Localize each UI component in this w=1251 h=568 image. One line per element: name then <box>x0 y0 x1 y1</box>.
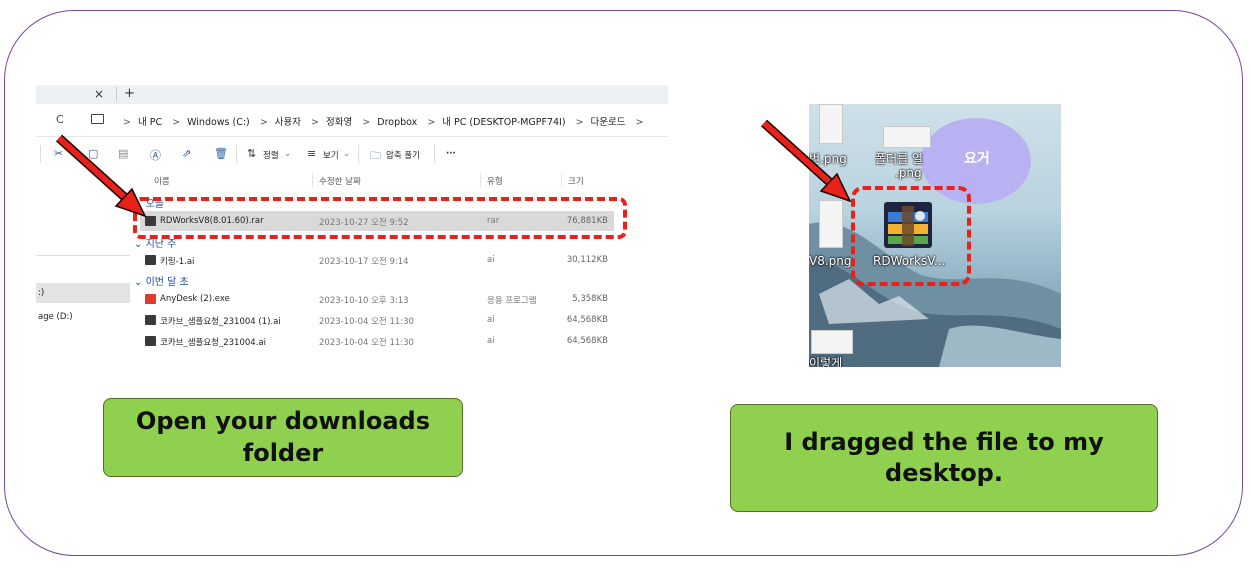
breadcrumb-item[interactable]: 정화영 <box>326 117 352 128</box>
breadcrumb-item[interactable]: 내 PC <box>138 117 162 128</box>
file-row[interactable]: 키링-1.ai 2023-10-17 오전 9:14 ai 30,112KB <box>140 250 614 270</box>
desktop-icon-label: 폴더를 열 <box>875 152 923 166</box>
file-row[interactable]: 코카브_샘플요청_231004.ai 2023-10-04 오전 11:30 a… <box>140 331 614 347</box>
desktop-icon-label: 이렇게 <box>809 356 843 367</box>
refresh-icon[interactable]: C <box>56 113 64 126</box>
group-header-this-month[interactable]: ⌄ 이번 달 초 <box>134 273 189 288</box>
breadcrumb: > 내 PC > Windows (C:) > 사용자 > 정화영 > Dropbox >… <box>123 117 644 128</box>
nav-item-drive-d[interactable]: age (D:) <box>38 312 73 322</box>
group-label: 지난 주 <box>145 239 177 250</box>
nav-item-selected[interactable]: :) <box>36 283 130 303</box>
delete-icon[interactable]: 🗑 <box>214 147 228 160</box>
file-type: ai <box>487 336 495 346</box>
file-name: AnyDesk (2).exe <box>160 294 230 304</box>
file-modified: 2023-10-17 오전 9:14 <box>319 257 409 267</box>
illustrator-file-icon <box>145 315 156 325</box>
toolbar-divider <box>236 145 237 163</box>
illustrator-file-icon <box>145 255 156 265</box>
group-label: 이번 달 초 <box>145 277 189 288</box>
monitor-icon <box>91 114 104 124</box>
file-name: 코카브_샘플요청_231004 (1).ai <box>160 317 281 327</box>
breadcrumb-item[interactable]: 사용자 <box>275 117 301 128</box>
column-divider <box>480 173 481 187</box>
image-thumbnail[interactable] <box>883 126 931 148</box>
bubble-text: 요거 <box>964 151 990 167</box>
toolbar-divider <box>358 145 359 163</box>
file-modified: 2023-10-10 오후 3:13 <box>319 296 409 306</box>
file-row[interactable]: AnyDesk (2).exe 2023-10-10 오후 3:13 응용 프로… <box>140 289 614 309</box>
illustrator-file-icon <box>145 336 156 346</box>
highlight-box-downloaded-file <box>133 197 627 239</box>
breadcrumb-item[interactable]: 다운로드 <box>591 117 626 128</box>
highlight-box-desktop-file <box>851 186 971 286</box>
column-header-name[interactable]: 이름 <box>154 175 170 187</box>
file-size: 30,112KB <box>566 255 608 265</box>
extract-button[interactable]: 압축 풀기 <box>386 149 420 161</box>
image-thumbnail[interactable] <box>811 330 853 354</box>
callout-dragged-file: I dragged the file to my desktop. <box>730 404 1158 512</box>
breadcrumb-item[interactable]: Windows (C:) <box>187 117 250 128</box>
toolbar-divider <box>434 145 435 163</box>
file-modified: 2023-10-04 오전 11:30 <box>319 317 414 327</box>
file-type: ai <box>487 255 495 265</box>
nav-item-drive-c[interactable]: :) <box>38 288 44 298</box>
tab-divider <box>116 87 117 101</box>
red-arrow-icon <box>760 119 852 203</box>
share-icon[interactable]: ⇗ <box>182 147 191 160</box>
view-icon: ≡ <box>307 147 317 160</box>
column-divider <box>561 173 562 187</box>
column-divider <box>312 173 313 187</box>
breadcrumb-item[interactable]: Dropbox <box>377 117 417 128</box>
new-tab-icon[interactable]: + <box>124 86 135 101</box>
desktop-icon-label: V8.png <box>809 254 852 268</box>
toolbar-divider <box>40 145 41 163</box>
file-type: 응용 프로그램 <box>487 296 537 306</box>
file-name: 코카브_샘플요청_231004.ai <box>160 338 266 347</box>
sort-icon: ⇅ <box>247 147 257 160</box>
extract-icon: 🗀 <box>370 149 381 162</box>
file-row[interactable]: 코카브_샘플요청_231004 (1).ai 2023-10-04 오전 11:… <box>140 310 614 330</box>
red-arrow-icon <box>55 134 147 218</box>
file-type: ai <box>487 315 495 325</box>
file-size: 64,568KB <box>566 336 608 346</box>
nav-divider <box>36 255 130 256</box>
callout-open-downloads: Open your downloads folder <box>103 398 463 477</box>
close-tab-icon[interactable]: × <box>94 87 104 101</box>
desktop-icon-label: .png <box>895 166 922 180</box>
column-header-modified[interactable]: 수정한 날짜 <box>319 175 361 187</box>
tab-bar: × + <box>36 85 668 104</box>
chevron-down-icon: ⌄ <box>284 149 292 159</box>
breadcrumb-item[interactable]: 내 PC (DESKTOP-MGPF74I) <box>442 117 565 128</box>
column-header-size[interactable]: 크기 <box>568 175 584 187</box>
file-modified: 2023-10-04 오전 11:30 <box>319 338 414 347</box>
file-size: 5,358KB <box>572 294 608 304</box>
chevron-down-icon: ⌄ <box>343 149 351 159</box>
file-name: 키링-1.ai <box>160 257 195 267</box>
file-size: 64,568KB <box>566 315 608 325</box>
sort-button[interactable]: 정렬 <box>263 149 279 161</box>
more-options-icon[interactable]: ··· <box>446 149 456 159</box>
anydesk-app-icon <box>145 294 156 304</box>
view-button[interactable]: 보기 <box>323 149 339 161</box>
column-header-type[interactable]: 유형 <box>487 175 503 187</box>
